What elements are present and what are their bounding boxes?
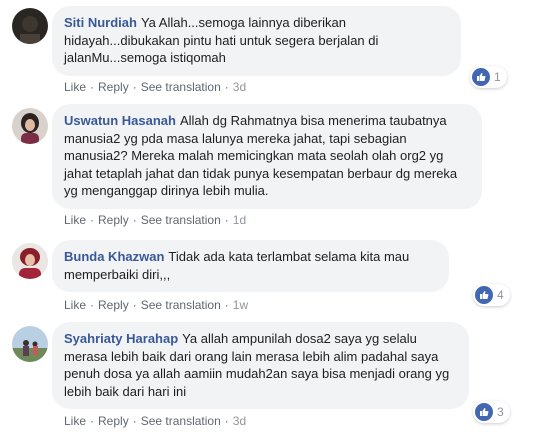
separator: · <box>90 213 95 227</box>
separator: · <box>90 414 95 428</box>
reaction-badge[interactable]: 4 <box>473 284 510 306</box>
comment-actions: Like · Reply · See translation · 3d <box>64 413 246 429</box>
timestamp[interactable]: 1w <box>233 298 248 312</box>
separator: · <box>90 80 95 94</box>
comment-actions: Like · Reply · See translation · 1d <box>64 212 246 228</box>
comment-actions: Like · Reply · See translation · 1w <box>64 297 248 313</box>
like-link[interactable]: Like <box>64 298 86 312</box>
like-link[interactable]: Like <box>64 213 86 227</box>
reaction-badge[interactable]: 1 <box>470 66 507 88</box>
avatar[interactable] <box>12 108 48 144</box>
timestamp[interactable]: 3d <box>233 80 246 94</box>
separator: · <box>224 298 229 312</box>
separator: · <box>132 414 137 428</box>
avatar[interactable] <box>12 243 48 279</box>
reaction-count: 1 <box>494 70 501 84</box>
reply-link[interactable]: Reply <box>98 414 129 428</box>
comment-author[interactable]: Siti Nurdiah <box>64 15 137 30</box>
reaction-count: 4 <box>497 288 504 302</box>
comment-actions: Like · Reply · See translation · 3d <box>64 79 246 95</box>
timestamp[interactable]: 1d <box>233 213 246 227</box>
separator: · <box>132 298 137 312</box>
separator: · <box>90 298 95 312</box>
see-translation-link[interactable]: See translation <box>141 80 221 94</box>
reply-link[interactable]: Reply <box>98 298 129 312</box>
reply-link[interactable]: Reply <box>98 80 129 94</box>
see-translation-link[interactable]: See translation <box>141 213 221 227</box>
comment-author[interactable]: Bunda Khazwan <box>64 249 164 264</box>
comment-author[interactable]: Syahriaty Harahap <box>64 331 178 346</box>
avatar[interactable] <box>12 8 48 44</box>
comment-bubble: Uswatun Hasanah Allah dg Rahmatnya bisa m… <box>52 104 482 209</box>
reaction-badge[interactable]: 3 <box>473 401 510 423</box>
comment-bubble: Bunda Khazwan Tidak ada kata terlambat se… <box>52 240 449 292</box>
like-link[interactable]: Like <box>64 80 86 94</box>
see-translation-link[interactable]: See translation <box>141 298 221 312</box>
like-icon <box>472 68 490 86</box>
see-translation-link[interactable]: See translation <box>141 414 221 428</box>
separator: · <box>132 80 137 94</box>
timestamp[interactable]: 3d <box>233 414 246 428</box>
comment-author[interactable]: Uswatun Hasanah <box>64 113 176 128</box>
reaction-count: 3 <box>497 405 504 419</box>
comment-bubble: Syahriaty Harahap Ya allah ampunilah dosa… <box>52 322 469 409</box>
like-icon <box>475 403 493 421</box>
like-link[interactable]: Like <box>64 414 86 428</box>
separator: · <box>224 80 229 94</box>
reply-link[interactable]: Reply <box>98 213 129 227</box>
separator: · <box>224 213 229 227</box>
separator: · <box>224 414 229 428</box>
like-icon <box>475 286 493 304</box>
comment-bubble: Siti Nurdiah Ya Allah...semoga lainnya di… <box>52 6 461 76</box>
avatar[interactable] <box>12 326 48 362</box>
separator: · <box>132 213 137 227</box>
